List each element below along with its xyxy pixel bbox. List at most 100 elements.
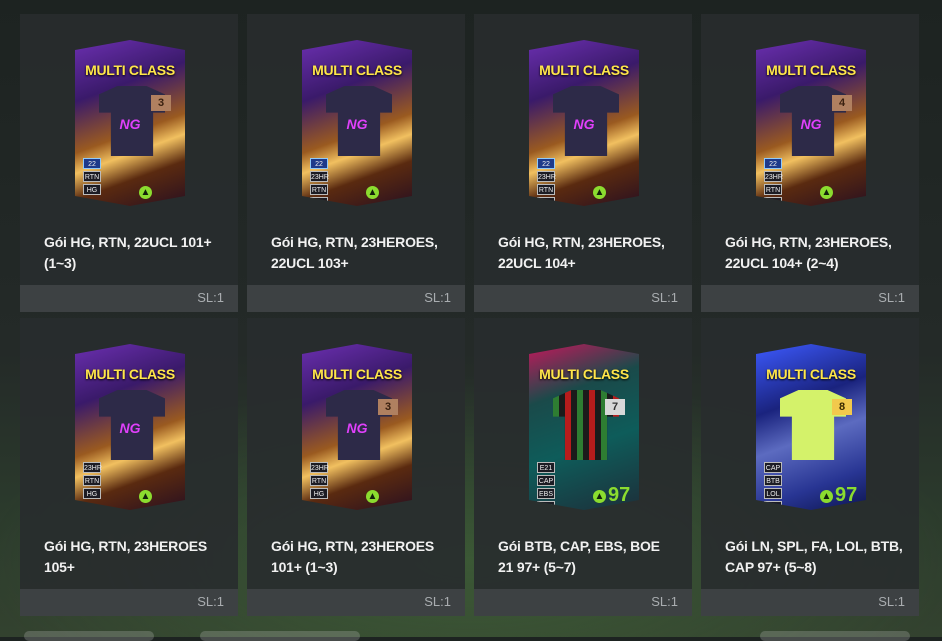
ovr-label: OVR: [615, 204, 631, 211]
ovr-label: OVR: [161, 508, 177, 515]
card-badge: RTN: [537, 184, 555, 195]
pack-footer: SL:1: [20, 589, 238, 616]
card-badges: CAP BTB LOL FA SPL LN: [764, 462, 782, 510]
rating-value: 97: [608, 484, 631, 506]
pack-footer: SL:1: [474, 285, 692, 312]
pack-tile[interactable]: MULTI CLASS NG 22 23HR RTN HG ▲ 103 OVR Gói …: [247, 14, 465, 312]
card-badge: HG: [310, 197, 328, 206]
card-badge: BTB: [537, 501, 555, 510]
card-class-label: MULTI CLASS: [766, 62, 856, 78]
club-logo-icon: NG: [346, 420, 368, 436]
card-badge: BTB: [764, 475, 782, 486]
pack-quantity: SL:1: [651, 290, 678, 305]
card-badge: 22: [83, 158, 101, 169]
card-rating: ▲ 101: [366, 484, 412, 529]
card-badge: CAP: [537, 475, 555, 486]
card-rating: ▲ 104: [593, 180, 639, 206]
pack-tile[interactable]: MULTI CLASS NG 3 23HR RTN HG ▲ 101 OVR Gói …: [247, 318, 465, 616]
pack-card-image[interactable]: MULTI CLASS NG 4 22 23HR RTN HG ▲104 OVR: [756, 40, 866, 206]
up-arrow-circle-icon: ▲: [593, 186, 606, 199]
pack-footer: SL:1: [701, 285, 919, 312]
pack-card-image[interactable]: MULTI CLASS 7 E21 CAP EBS BTB ▲ 97 OVR: [529, 344, 639, 510]
rating-value: 101: [139, 203, 173, 225]
pack-footer: SL:1: [247, 589, 465, 616]
pack-card-image[interactable]: MULTI CLASS NG 23HR RTN HG ▲105 OVR: [75, 344, 185, 510]
bottom-button-right[interactable]: [760, 631, 910, 641]
pack-card-image[interactable]: MULTI CLASS 8 CAP BTB LOL FA SPL LN ▲ 97 OVR: [756, 344, 866, 510]
club-logo-icon: NG: [119, 116, 141, 132]
ovr-label: OVR: [161, 204, 177, 211]
ovr-label: OVR: [388, 508, 404, 515]
pack-tile[interactable]: MULTI CLASS NG 23HR RTN HG ▲ 105 OVR Gói HG…: [20, 318, 238, 616]
pack-quantity: SL:1: [197, 594, 224, 609]
up-arrow-circle-icon: ▲: [820, 186, 833, 199]
card-badge: 22: [537, 158, 555, 169]
pack-footer: SL:1: [20, 285, 238, 312]
rating-value: 103: [366, 203, 400, 225]
bottom-button-middle[interactable]: [200, 631, 360, 641]
card-badges: 22 23HR RTN HG: [537, 158, 556, 206]
pack-quantity: SL:1: [197, 290, 224, 305]
pack-footer: SL:1: [701, 589, 919, 616]
card-badge: E21: [537, 462, 555, 473]
pack-tile[interactable]: MULTI CLASS NG 22 23HR RTN HG ▲ 104 OVR Gói …: [474, 14, 692, 312]
card-badges: E21 CAP EBS BTB: [537, 462, 555, 510]
card-rating: ▲ 97: [593, 484, 630, 507]
card-class-label: MULTI CLASS: [312, 366, 402, 382]
card-badges: 23HR RTN HG: [310, 462, 329, 501]
up-arrow-circle-icon: ▲: [593, 490, 606, 503]
card-badge: HG: [83, 488, 101, 499]
pack-card-image[interactable]: MULTI CLASS NG 3 23HR RTN HG ▲101 OVR: [302, 344, 412, 510]
rating-value: 104: [820, 203, 854, 225]
shirt-number-badge: 8: [832, 399, 852, 415]
pack-quantity: SL:1: [878, 594, 905, 609]
card-badge: 23HR: [764, 171, 783, 182]
card-badge: RTN: [764, 184, 782, 195]
shirt-number-badge: 4: [832, 95, 852, 111]
card-badge: RTN: [83, 171, 101, 182]
pack-card-image[interactable]: MULTI CLASS NG 3 22 RTN HG ▲101 OVR: [75, 40, 185, 206]
pack-quantity: SL:1: [424, 290, 451, 305]
ovr-label: OVR: [842, 508, 858, 515]
pack-tile[interactable]: MULTI CLASS NG 3 22 RTN HG ▲ 101 OVR Gói HG…: [20, 14, 238, 312]
pack-footer: SL:1: [474, 589, 692, 616]
pack-quantity: SL:1: [651, 594, 678, 609]
pack-tile[interactable]: MULTI CLASS NG 4 22 23HR RTN HG ▲ 104 OVR Gó…: [701, 14, 919, 312]
pack-tile[interactable]: MULTI CLASS 8 CAP BTB LOL FA SPL LN ▲ 97 OVR G…: [701, 318, 919, 616]
card-class-label: MULTI CLASS: [312, 62, 402, 78]
card-badge: 23HR: [310, 462, 329, 473]
pack-card-image[interactable]: MULTI CLASS NG 22 23HR RTN HG ▲104 OVR: [529, 40, 639, 206]
card-badge: 23HR: [537, 171, 556, 182]
card-badge: RTN: [310, 475, 328, 486]
bottom-button-left[interactable]: [24, 631, 154, 641]
ovr-label: OVR: [388, 204, 404, 211]
up-arrow-circle-icon: ▲: [820, 490, 833, 503]
up-arrow-circle-icon: ▲: [139, 490, 152, 503]
card-rating: ▲ 103: [366, 180, 412, 225]
card-rating: ▲ 101: [139, 180, 185, 225]
pack-quantity: SL:1: [424, 594, 451, 609]
card-class-label: MULTI CLASS: [539, 62, 629, 78]
club-logo-icon: NG: [573, 116, 595, 132]
card-badge: FA: [764, 501, 782, 510]
pack-card-image[interactable]: MULTI CLASS NG 22 23HR RTN HG ▲103 OVR: [302, 40, 412, 206]
club-logo-icon: NG: [119, 420, 141, 436]
card-rating: ▲ 105: [139, 484, 185, 510]
rating-value: 101: [366, 507, 400, 529]
shirt-number-badge: 7: [605, 399, 625, 415]
shirt-number-badge: 3: [151, 95, 171, 111]
up-arrow-circle-icon: ▲: [139, 186, 152, 199]
pack-tile[interactable]: MULTI CLASS 7 E21 CAP EBS BTB ▲ 97 OVR Gói B…: [474, 318, 692, 616]
card-badge: 23HR: [83, 462, 102, 473]
card-badges: 22 23HR RTN HG: [310, 158, 329, 206]
card-class-label: MULTI CLASS: [85, 366, 175, 382]
shirt-number-badge: 3: [378, 399, 398, 415]
pack-title: Gói HG, RTN, 23HEROES, 22UCL 104+: [498, 234, 665, 271]
up-arrow-circle-icon: ▲: [366, 490, 379, 503]
card-badge: 23HR: [310, 171, 329, 182]
card-badges: 23HR RTN HG: [83, 462, 102, 501]
card-class-label: MULTI CLASS: [539, 366, 629, 382]
card-rating: ▲ 104: [820, 180, 866, 225]
card-class-label: MULTI CLASS: [766, 366, 856, 382]
card-class-label: MULTI CLASS: [85, 62, 175, 78]
